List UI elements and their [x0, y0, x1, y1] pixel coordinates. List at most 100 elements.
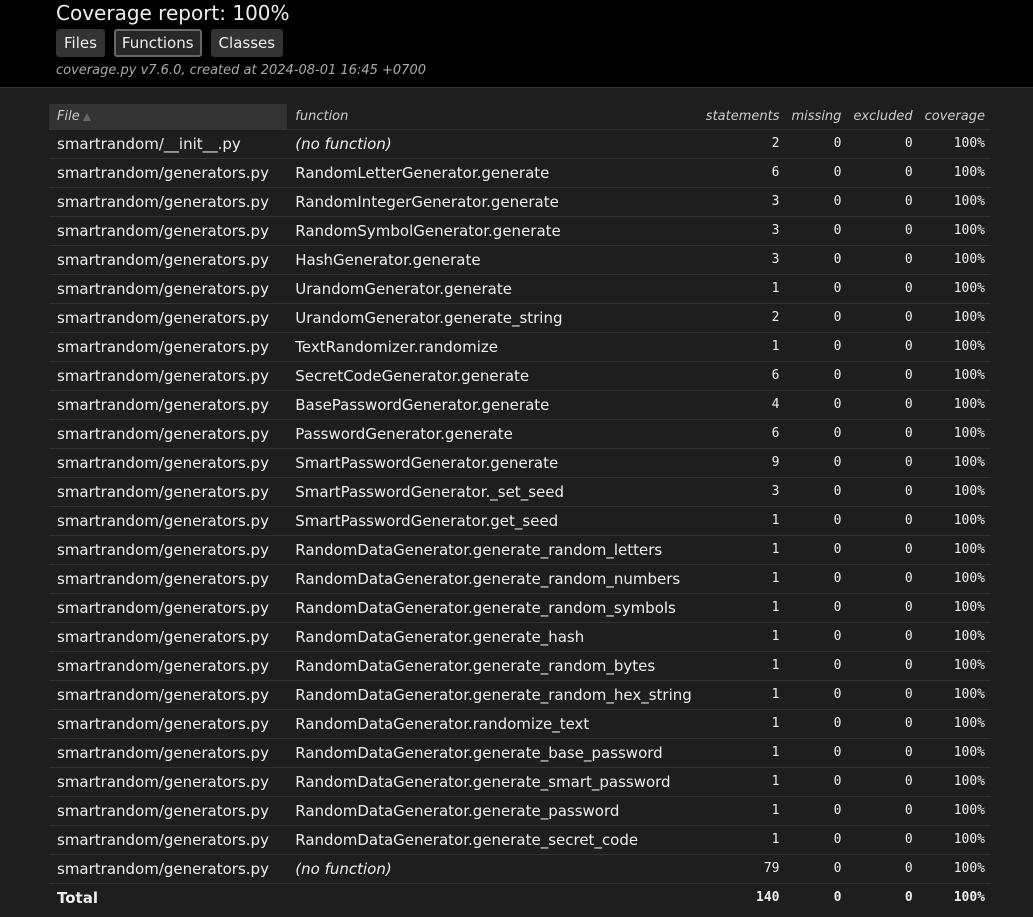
function-cell[interactable]: SmartPasswordGenerator.generate: [287, 448, 700, 478]
file-cell[interactable]: smartrandom/generators.py: [49, 593, 288, 623]
file-cell[interactable]: smartrandom/generators.py: [49, 187, 288, 217]
function-cell[interactable]: SecretCodeGenerator.generate: [287, 361, 700, 391]
file-cell[interactable]: smartrandom/generators.py: [49, 535, 288, 565]
coverage-cell: 100%: [918, 564, 991, 594]
file-cell[interactable]: smartrandom/generators.py: [49, 680, 288, 710]
statements-cell: 1: [699, 680, 786, 710]
function-cell[interactable]: RandomSymbolGenerator.generate: [287, 216, 700, 246]
function-cell[interactable]: RandomIntegerGenerator.generate: [287, 187, 700, 217]
function-cell[interactable]: RandomDataGenerator.generate_smart_passw…: [287, 767, 700, 797]
excluded-cell: 0: [847, 129, 919, 159]
file-cell[interactable]: smartrandom/generators.py: [49, 419, 288, 449]
function-cell[interactable]: HashGenerator.generate: [287, 245, 700, 275]
missing-cell: 0: [785, 303, 848, 333]
column-header-function[interactable]: function: [287, 104, 700, 130]
files-button[interactable]: Files: [56, 29, 105, 57]
missing-cell: 0: [785, 448, 848, 478]
table-row: smartrandom/generators.py TextRandomizer.…: [49, 332, 991, 362]
function-cell[interactable]: RandomDataGenerator.generate_random_hex_…: [287, 680, 700, 710]
file-cell[interactable]: smartrandom/generators.py: [49, 738, 288, 768]
column-header-coverage[interactable]: coverage: [918, 104, 991, 130]
function-cell[interactable]: SmartPasswordGenerator._set_seed: [287, 477, 700, 507]
file-cell[interactable]: smartrandom/generators.py: [49, 158, 288, 188]
file-cell[interactable]: smartrandom/generators.py: [49, 216, 288, 246]
sort-ascending-icon: [82, 112, 91, 121]
excluded-cell: 0: [847, 361, 919, 391]
excluded-cell: 0: [847, 651, 919, 681]
coverage-table: File function statements missing exclude…: [49, 104, 991, 912]
file-cell[interactable]: smartrandom/generators.py: [49, 361, 288, 391]
file-cell[interactable]: smartrandom/generators.py: [49, 506, 288, 536]
function-cell[interactable]: RandomDataGenerator.generate_random_byte…: [287, 651, 700, 681]
table-row: smartrandom/generators.py RandomDataGener…: [49, 709, 991, 739]
file-cell[interactable]: smartrandom/generators.py: [49, 274, 288, 304]
file-cell[interactable]: smartrandom/generators.py: [49, 245, 288, 275]
function-cell[interactable]: RandomDataGenerator.generate_random_lett…: [287, 535, 700, 565]
table-row: smartrandom/generators.py PasswordGenerat…: [49, 419, 991, 449]
statements-cell: 1: [699, 709, 786, 739]
function-cell[interactable]: UrandomGenerator.generate_string: [287, 303, 700, 333]
coverage-cell: 100%: [918, 506, 991, 536]
file-cell[interactable]: smartrandom/generators.py: [49, 796, 288, 826]
file-cell[interactable]: smartrandom/generators.py: [49, 622, 288, 652]
function-cell[interactable]: UrandomGenerator.generate: [287, 274, 700, 304]
excluded-cell: 0: [847, 535, 919, 565]
function-cell[interactable]: SmartPasswordGenerator.get_seed: [287, 506, 700, 536]
coverage-cell: 100%: [918, 738, 991, 768]
table-header-row: File function statements missing exclude…: [49, 104, 991, 130]
function-cell[interactable]: PasswordGenerator.generate: [287, 419, 700, 449]
function-cell[interactable]: TextRandomizer.randomize: [287, 332, 700, 362]
function-cell[interactable]: RandomLetterGenerator.generate: [287, 158, 700, 188]
file-cell[interactable]: smartrandom/generators.py: [49, 564, 288, 594]
function-cell[interactable]: RandomDataGenerator.generate_random_numb…: [287, 564, 700, 594]
coverage-cell: 100%: [918, 622, 991, 652]
table-row: smartrandom/generators.py RandomDataGener…: [49, 535, 991, 565]
missing-cell: 0: [785, 593, 848, 623]
file-cell[interactable]: smartrandom/generators.py: [49, 477, 288, 507]
table-row: smartrandom/generators.py SecretCodeGener…: [49, 361, 991, 391]
file-cell[interactable]: smartrandom/generators.py: [49, 825, 288, 855]
function-cell[interactable]: RandomDataGenerator.generate_random_symb…: [287, 593, 700, 623]
excluded-cell: 0: [847, 593, 919, 623]
file-cell[interactable]: smartrandom/generators.py: [49, 767, 288, 797]
missing-cell: 0: [785, 796, 848, 826]
function-cell[interactable]: (no function): [287, 854, 700, 884]
total-excluded: 0: [904, 890, 913, 906]
coverage-cell: 100%: [918, 651, 991, 681]
function-cell[interactable]: RandomDataGenerator.generate_password: [287, 796, 700, 826]
file-cell[interactable]: smartrandom/generators.py: [49, 303, 288, 333]
missing-cell: 0: [785, 535, 848, 565]
file-cell[interactable]: smartrandom/generators.py: [49, 854, 288, 884]
column-header-statements[interactable]: statements: [699, 104, 786, 130]
page-title: Coverage report: 100%: [56, 1, 290, 25]
classes-button[interactable]: Classes: [210, 29, 284, 57]
function-cell[interactable]: RandomDataGenerator.generate_hash: [287, 622, 700, 652]
file-cell[interactable]: smartrandom/generators.py: [49, 332, 288, 362]
file-cell[interactable]: smartrandom/generators.py: [49, 448, 288, 478]
table-row: smartrandom/generators.py SmartPasswordGe…: [49, 477, 991, 507]
excluded-cell: 0: [847, 564, 919, 594]
file-cell[interactable]: smartrandom/generators.py: [49, 651, 288, 681]
column-header-file-label: File: [57, 108, 80, 124]
function-cell[interactable]: RandomDataGenerator.randomize_text: [287, 709, 700, 739]
column-header-excluded[interactable]: excluded: [847, 104, 919, 130]
missing-cell: 0: [785, 738, 848, 768]
missing-cell: 0: [785, 767, 848, 797]
statements-cell: 3: [699, 187, 786, 217]
missing-cell: 0: [785, 245, 848, 275]
function-cell[interactable]: RandomDataGenerator.generate_base_passwo…: [287, 738, 700, 768]
function-cell[interactable]: RandomDataGenerator.generate_secret_code: [287, 825, 700, 855]
statements-cell: 1: [699, 825, 786, 855]
total-row: Total 140 0 0 100%: [49, 883, 991, 912]
functions-button[interactable]: Functions: [113, 29, 202, 57]
statements-cell: 1: [699, 738, 786, 768]
coverage-cell: 100%: [918, 593, 991, 623]
column-header-missing[interactable]: missing: [785, 104, 848, 130]
file-cell[interactable]: smartrandom/generators.py: [49, 390, 288, 420]
file-cell[interactable]: smartrandom/__init__.py: [49, 129, 288, 159]
file-cell[interactable]: smartrandom/generators.py: [49, 709, 288, 739]
missing-cell: 0: [785, 477, 848, 507]
function-cell[interactable]: (no function): [287, 129, 700, 159]
function-cell[interactable]: BasePasswordGenerator.generate: [287, 390, 700, 420]
column-header-file[interactable]: File: [49, 104, 288, 130]
